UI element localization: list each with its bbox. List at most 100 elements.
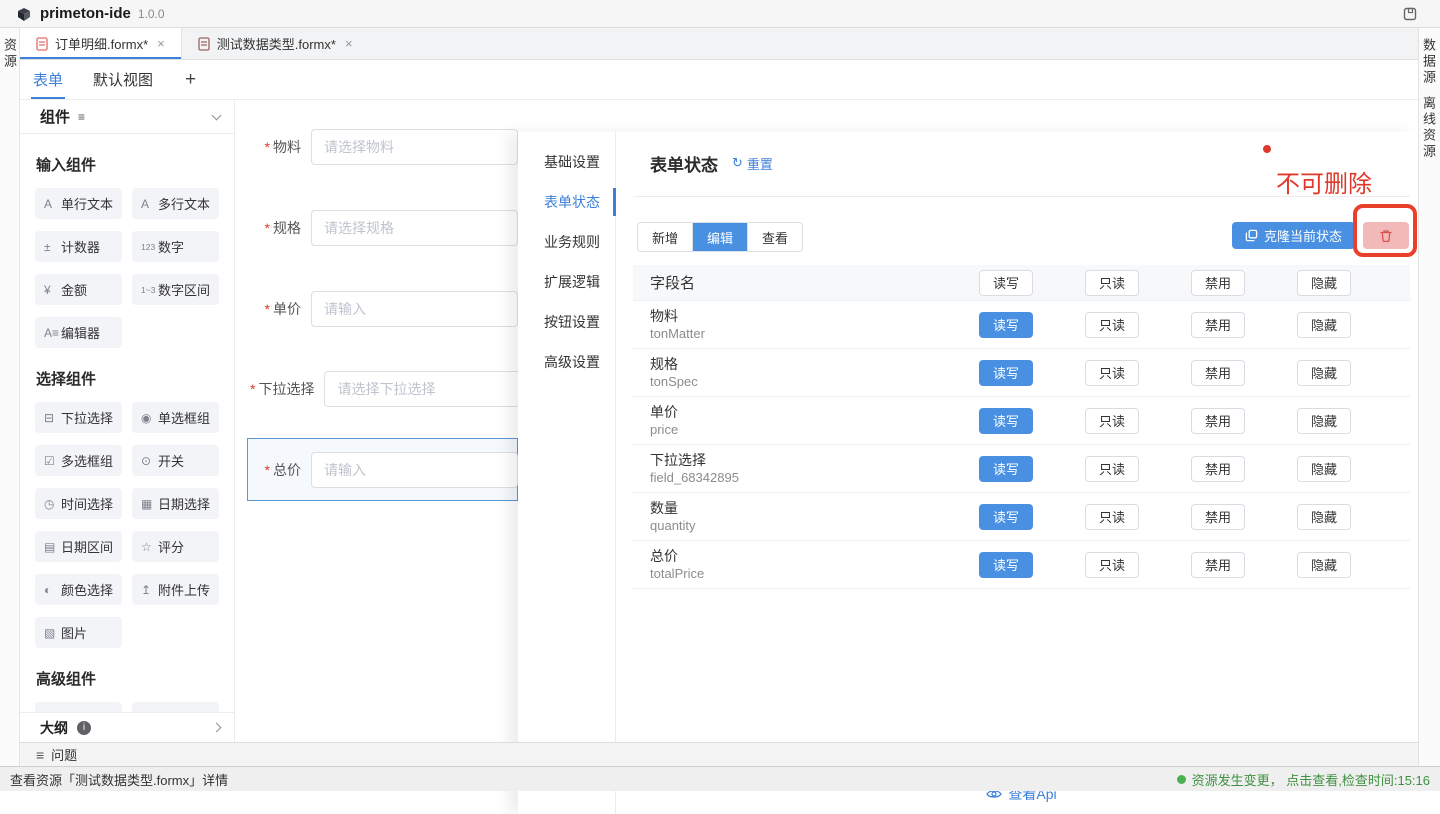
state-option-button[interactable]: 隐藏	[1297, 552, 1351, 578]
canvas-field-row[interactable]: *单价	[250, 291, 518, 327]
state-option-button[interactable]: 隐藏	[1297, 504, 1351, 530]
close-icon[interactable]: ×	[157, 36, 165, 51]
state-option-button[interactable]: 只读	[1085, 312, 1139, 338]
canvas-field-row[interactable]: *总价	[250, 452, 518, 488]
reset-link[interactable]: ↻ 重置	[732, 154, 773, 173]
settings-menu-item[interactable]: 基础设置	[518, 142, 615, 182]
component-item[interactable]: ◷ 时间选择	[35, 488, 122, 519]
file-tab-label: 订单明细.formx*	[55, 34, 148, 53]
state-option-button[interactable]: 禁用	[1191, 456, 1245, 482]
app-window: primeton-ide 1.0.0 资源 数据源 离线资源 订单明细.form…	[0, 0, 1440, 791]
component-item-stub[interactable]	[132, 702, 219, 712]
radio-group-icon: ◉	[141, 411, 158, 425]
state-option-button[interactable]: 读写	[979, 504, 1033, 530]
state-option-button[interactable]: 只读	[1085, 270, 1139, 296]
state-option-button[interactable]: 读写	[979, 312, 1033, 338]
delete-state-button[interactable]	[1363, 222, 1409, 249]
clone-current-state-button[interactable]: 克隆当前状态	[1232, 222, 1355, 249]
component-item[interactable]: ⊟ 下拉选择	[35, 402, 122, 433]
settings-menu-item[interactable]: 业务规则	[518, 222, 615, 262]
state-option-button[interactable]: 禁用	[1191, 360, 1245, 386]
settings-menu-item[interactable]: 按钮设置	[518, 302, 615, 342]
canvas-field-row[interactable]: *物料	[250, 129, 518, 165]
outline-toggle[interactable]: 大纲 i	[20, 712, 234, 742]
state-tab[interactable]: 新增	[638, 223, 693, 251]
field-display-name: 数量	[650, 500, 953, 516]
add-view-button[interactable]: +	[185, 69, 196, 91]
single-line-text-icon: A	[44, 197, 61, 211]
canvas-field-row[interactable]: *规格	[250, 210, 518, 246]
state-option-button[interactable]: 读写	[979, 408, 1033, 434]
resources-rail-item[interactable]: 资源	[0, 38, 19, 70]
component-item-label: 附件上传	[158, 580, 210, 599]
status-resource-detail[interactable]: 查看资源「测试数据类型.formx」详情	[10, 770, 228, 789]
state-option-cell: 禁用	[1165, 456, 1271, 482]
component-item[interactable]: ☆ 评分	[132, 531, 219, 562]
state-option-button[interactable]: 隐藏	[1297, 456, 1351, 482]
component-item[interactable]: 1~3 数字区间	[132, 274, 219, 305]
field-input[interactable]	[311, 210, 518, 246]
field-input[interactable]	[311, 129, 518, 165]
state-option-button[interactable]: 禁用	[1191, 408, 1245, 434]
component-item-stub[interactable]	[35, 702, 122, 712]
state-option-button[interactable]: 禁用	[1191, 552, 1245, 578]
view-tab[interactable]: 表单	[33, 60, 63, 99]
canvas-field-row[interactable]: *下拉选择	[250, 371, 518, 407]
state-option-button[interactable]: 只读	[1085, 408, 1139, 434]
component-item[interactable]: A≡ 编辑器	[35, 317, 122, 348]
state-option-button[interactable]: 读写	[979, 456, 1033, 482]
state-option-label: 读写	[993, 411, 1019, 430]
field-input[interactable]	[311, 291, 518, 327]
settings-menu-item[interactable]: 扩展逻辑	[518, 262, 615, 302]
file-tab[interactable]: 订单明细.formx* ×	[20, 28, 182, 59]
state-option-button[interactable]: 禁用	[1191, 504, 1245, 530]
state-option-button[interactable]: 隐藏	[1297, 408, 1351, 434]
state-tab[interactable]: 查看	[748, 223, 802, 251]
problems-bar[interactable]: ≡ 问题	[20, 742, 1418, 766]
state-option-button[interactable]: 读写	[979, 270, 1033, 296]
state-option-button[interactable]: 只读	[1085, 504, 1139, 530]
app-logo-icon	[16, 6, 32, 22]
component-item[interactable]: ☑ 多选框组	[35, 445, 122, 476]
settings-menu-item[interactable]: 高级设置	[518, 342, 615, 382]
file-tab[interactable]: 测试数据类型.formx* ×	[182, 28, 369, 59]
component-item[interactable]: ± 计数器	[35, 231, 122, 262]
component-item[interactable]: ↥ 附件上传	[132, 574, 219, 605]
state-option-button[interactable]: 隐藏	[1297, 312, 1351, 338]
close-icon[interactable]: ×	[345, 36, 353, 51]
offline-resources-rail-item[interactable]: 离线资源	[1419, 96, 1440, 160]
required-mark: *	[265, 301, 270, 317]
component-item[interactable]: ▧ 图片	[35, 617, 122, 648]
component-item[interactable]: A 单行文本	[35, 188, 122, 219]
component-item[interactable]: ▦ 日期选择	[132, 488, 219, 519]
component-item[interactable]: ▤ 日期区间	[35, 531, 122, 562]
component-item[interactable]: A 多行文本	[132, 188, 219, 219]
state-option-button[interactable]: 只读	[1085, 552, 1139, 578]
state-option-button[interactable]: 读写	[979, 552, 1033, 578]
component-item[interactable]: 123 数字	[132, 231, 219, 262]
field-input[interactable]	[311, 452, 518, 488]
multi-line-text-icon: A	[141, 197, 158, 211]
table-header-row: 字段名 读写 只读 禁用 隐藏	[633, 265, 1410, 301]
state-tab[interactable]: 编辑	[693, 223, 748, 251]
component-item[interactable]: ◉ 单选框组	[132, 402, 219, 433]
state-option-button[interactable]: 禁用	[1191, 270, 1245, 296]
save-icon[interactable]	[1402, 6, 1418, 22]
datasource-rail-item[interactable]: 数据源	[1419, 38, 1440, 86]
component-item[interactable]: ◐ 颜色选择	[35, 574, 122, 605]
state-option-button[interactable]: 只读	[1085, 360, 1139, 386]
status-change-notice[interactable]: 资源发生变更， 点击查看,检查时间:15:16	[1177, 770, 1430, 789]
state-option-button[interactable]: 隐藏	[1297, 270, 1351, 296]
state-option-button[interactable]: 禁用	[1191, 312, 1245, 338]
components-menu-icon[interactable]: ≡	[78, 110, 85, 124]
field-input[interactable]	[324, 371, 531, 407]
component-item[interactable]: ¥ 金额	[35, 274, 122, 305]
settings-menu-item[interactable]: 表单状态	[518, 182, 615, 222]
view-tab[interactable]: 默认视图	[93, 60, 153, 99]
state-option-button[interactable]: 读写	[979, 360, 1033, 386]
component-item[interactable]: ⊙ 开关	[132, 445, 219, 476]
state-option-button[interactable]: 只读	[1085, 456, 1139, 482]
reset-label: 重置	[747, 154, 773, 173]
chevron-down-icon[interactable]	[212, 111, 222, 121]
state-option-button[interactable]: 隐藏	[1297, 360, 1351, 386]
